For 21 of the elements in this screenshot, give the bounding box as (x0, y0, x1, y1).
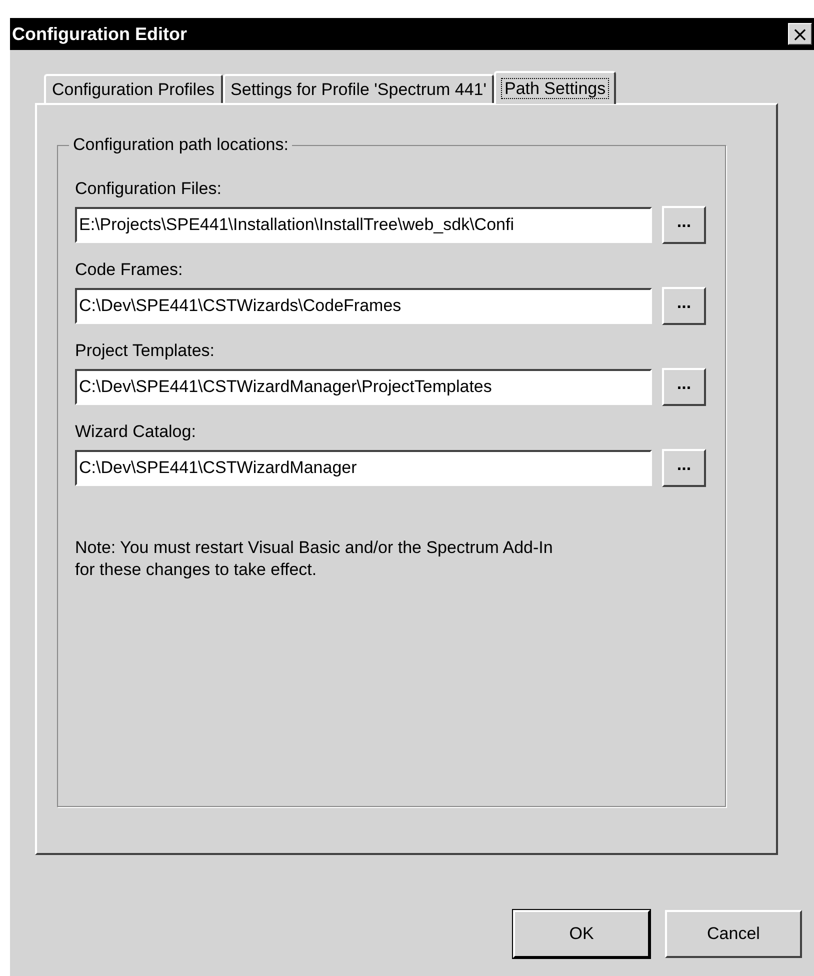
path-field[interactable]: C:\Dev\SPE441\CSTWizardManager\ProjectTemplates (75, 369, 652, 405)
field-label: Code Frames: (75, 260, 184, 280)
browse-button[interactable]: ... (662, 287, 706, 325)
path-field[interactable]: C:\Dev\SPE441\CSTWizardManager (75, 450, 652, 486)
path-field[interactable]: E:\Projects\SPE441\Installation\InstallTree\web_sdk\Confi (75, 207, 652, 243)
dialog-button[interactable]: OK (513, 910, 650, 958)
tab[interactable]: Settings for Profile 'Spectrum 441' (222, 74, 494, 103)
browse-button[interactable]: ... (662, 206, 706, 244)
browse-button[interactable]: ... (662, 368, 706, 406)
tab[interactable]: Path Settings (494, 71, 616, 104)
field-label: Project Templates: (75, 341, 216, 361)
window-title: Configuration Editor (12, 24, 187, 44)
dialog-button[interactable]: Cancel (665, 910, 802, 958)
note-text: Note: You must restart Visual Basic and/or the Spectrum Add-In for these changes to take effect. (75, 537, 554, 582)
close-button[interactable]: × (788, 23, 812, 45)
group-title: Configuration path locations: (72, 135, 290, 155)
browse-button[interactable]: ... (662, 449, 706, 487)
field-label: Configuration Files: (75, 179, 222, 199)
field-label: Wizard Catalog: (75, 422, 197, 442)
tab[interactable]: Configuration Profiles (44, 74, 223, 103)
path-field[interactable]: C:\Dev\SPE441\CSTWizards\CodeFrames (75, 288, 652, 324)
